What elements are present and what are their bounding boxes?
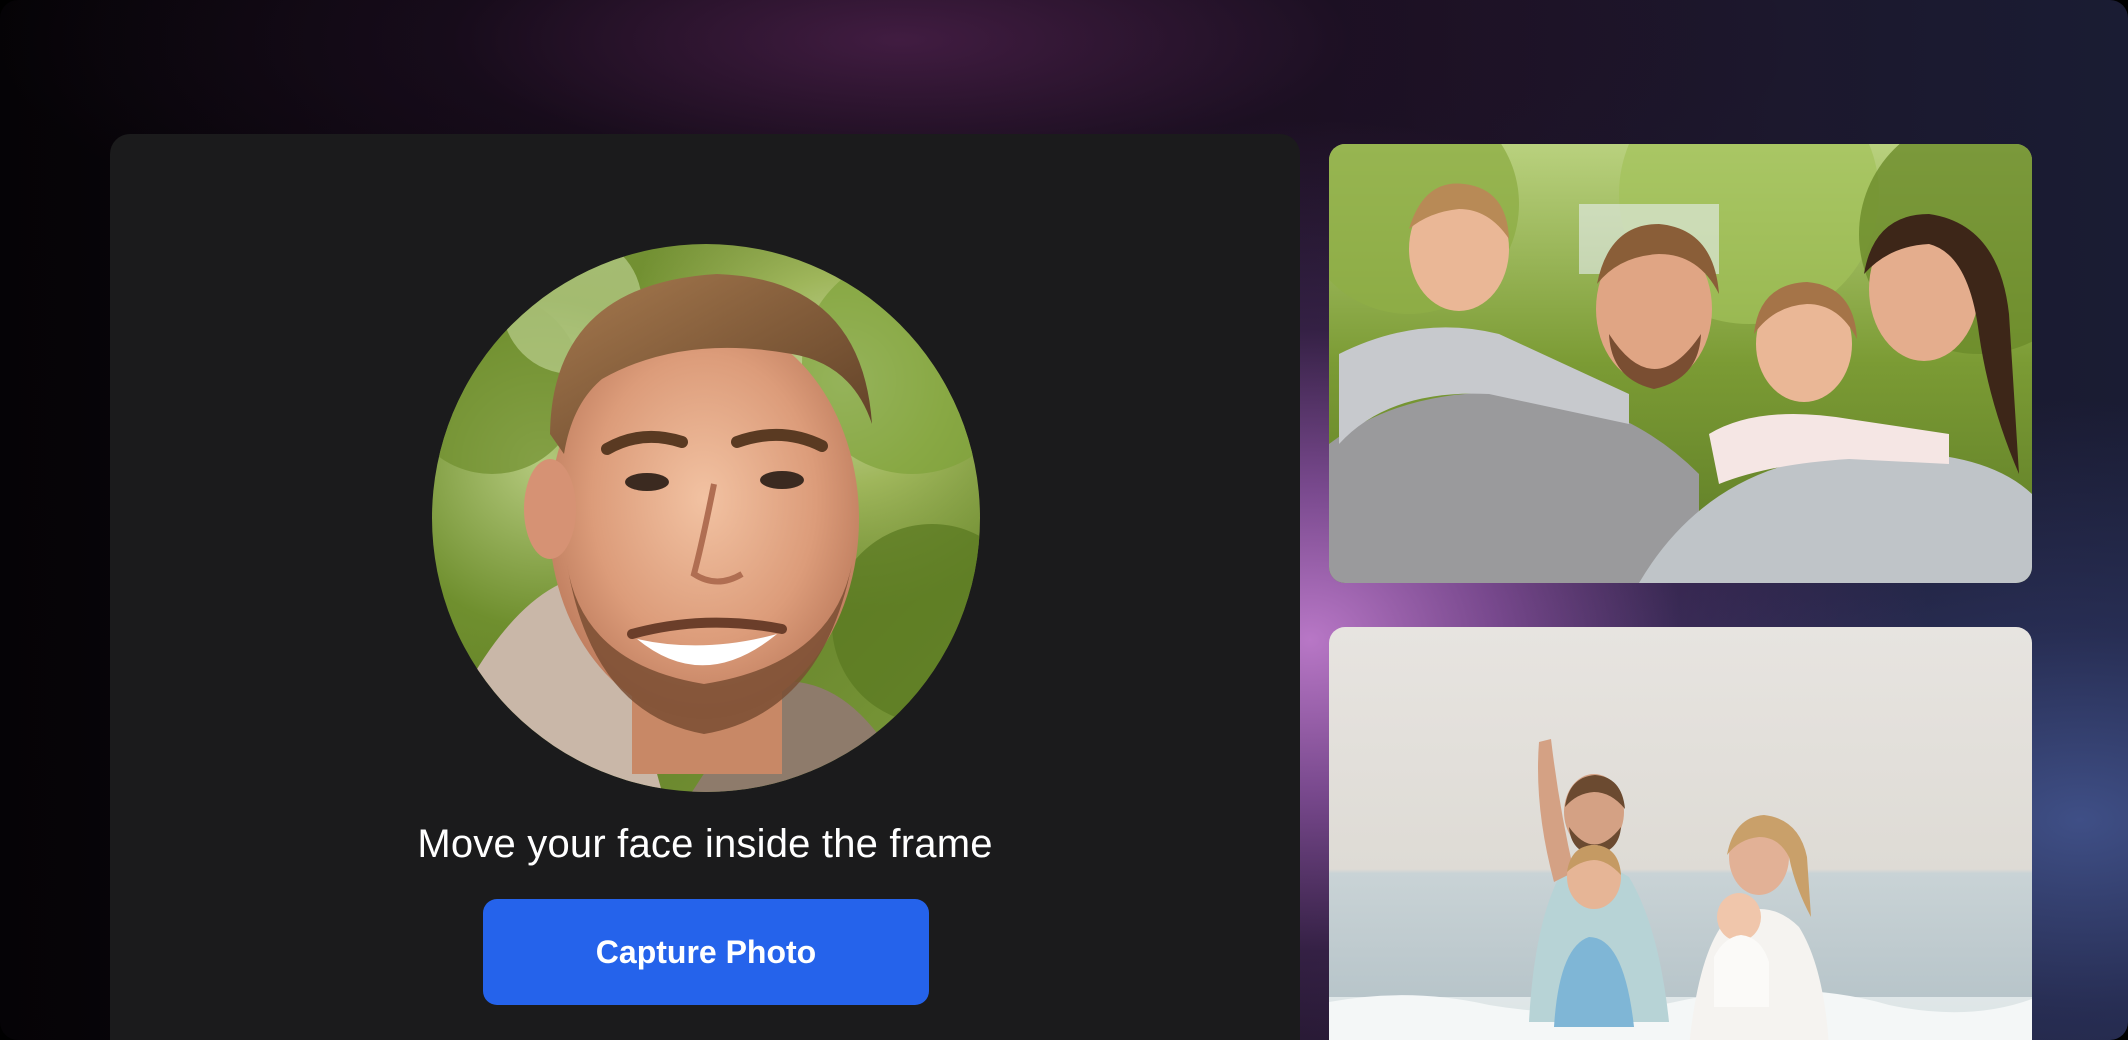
family-beach-image (1329, 627, 2032, 1040)
face-preview-frame (432, 244, 980, 792)
capture-panel: Move your face inside the frame Capture … (110, 134, 1300, 1040)
family-beach-photo[interactable] (1329, 627, 2032, 1040)
family-park-photo[interactable] (1329, 144, 2032, 583)
face-instruction-text: Move your face inside the frame (417, 822, 993, 866)
family-park-image (1329, 144, 2032, 583)
app-background: Move your face inside the frame Capture … (0, 0, 2128, 1040)
capture-photo-button[interactable]: Capture Photo (483, 899, 929, 1005)
face-preview-image (432, 244, 980, 792)
